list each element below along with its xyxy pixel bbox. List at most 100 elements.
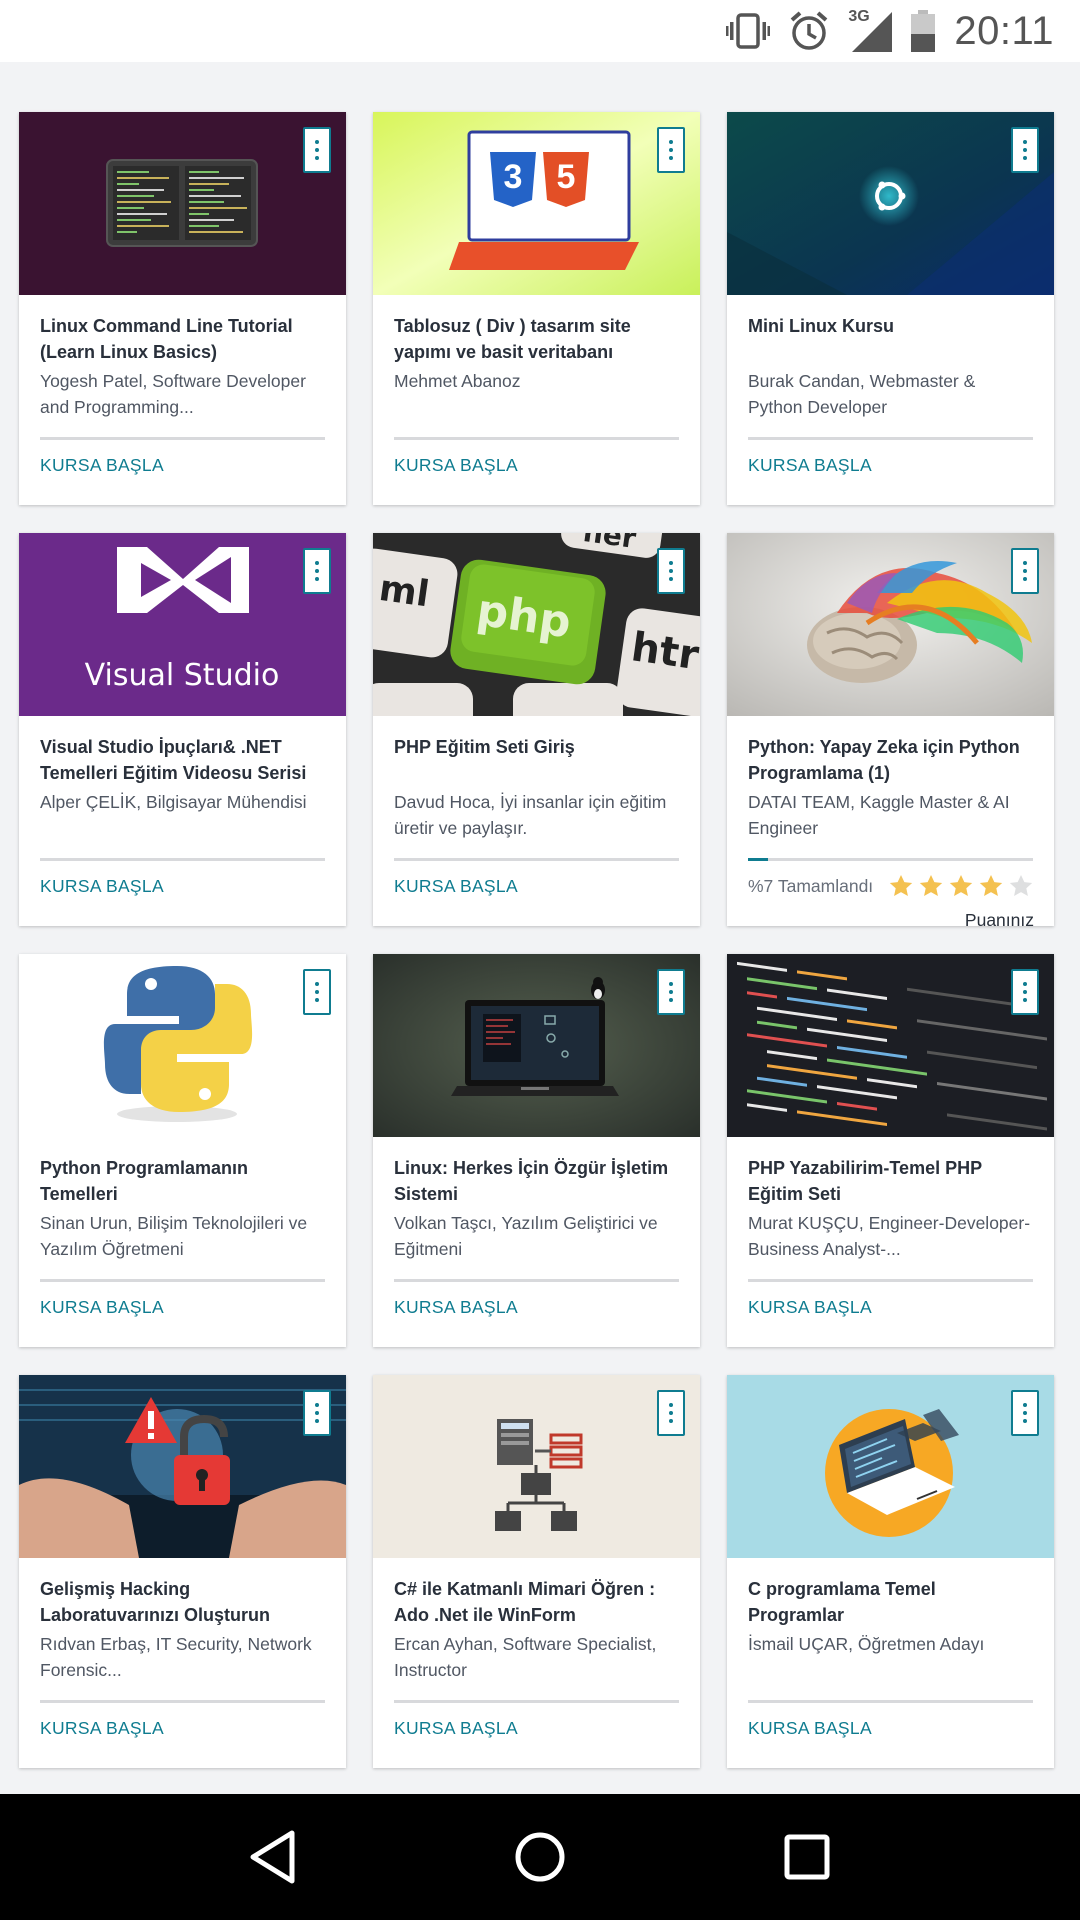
course-author: DATAI TEAM, Kaggle Master & AI Engineer xyxy=(748,792,1010,838)
course-title[interactable]: PHP Yazabilirim-Temel PHP Eğitim Seti xyxy=(748,1155,1034,1207)
course-thumbnail[interactable]: php ml htr ner xyxy=(373,533,700,716)
start-course-link[interactable]: KURSA BAŞLA xyxy=(40,1718,164,1739)
progress-bar xyxy=(748,858,1033,861)
course-card[interactable]: 3 5 Tablosuz ( Div ) tasarım site yapımı… xyxy=(373,112,700,505)
course-thumbnail[interactable] xyxy=(727,112,1054,295)
progress-bar-fill xyxy=(748,858,768,861)
course-menu-button[interactable] xyxy=(1011,1390,1039,1436)
course-author: İsmail UÇAR, Öğretmen Adayı xyxy=(748,1634,985,1654)
course-title[interactable]: Linux Command Line Tutorial (Learn Linux… xyxy=(40,313,326,365)
course-menu-button[interactable] xyxy=(303,969,331,1015)
divider xyxy=(748,1279,1033,1282)
divider xyxy=(748,437,1033,440)
course-title[interactable]: C# ile Katmanlı Mimari Öğren : Ado .Net … xyxy=(394,1576,680,1628)
start-course-link[interactable]: KURSA BAŞLA xyxy=(40,876,164,897)
course-card[interactable]: Linux: Herkes İçin Özgür İşletim Sistemi… xyxy=(373,954,700,1347)
start-course-link[interactable]: KURSA BAŞLA xyxy=(748,455,872,476)
course-thumbnail[interactable] xyxy=(19,954,346,1137)
course-thumbnail[interactable]: 3 5 xyxy=(373,112,700,295)
course-thumbnail[interactable] xyxy=(373,954,700,1137)
star-icon[interactable] xyxy=(888,873,914,899)
status-bar: 3G 20:11 xyxy=(0,0,1080,62)
course-title[interactable]: Linux: Herkes İçin Özgür İşletim Sistemi xyxy=(394,1155,680,1207)
start-course-link[interactable]: KURSA BAŞLA xyxy=(394,455,518,476)
svg-text:5: 5 xyxy=(557,158,576,196)
course-card[interactable]: Gelişmiş Hacking Laboratuvarınızı Oluştu… xyxy=(19,1375,346,1768)
course-author: Mehmet Abanoz xyxy=(394,371,521,391)
course-thumbnail[interactable] xyxy=(19,1375,346,1558)
course-title[interactable]: Gelişmiş Hacking Laboratuvarınızı Oluştu… xyxy=(40,1576,326,1628)
course-menu-button[interactable] xyxy=(657,1390,685,1436)
course-title[interactable]: Python: Yapay Zeka için Python Programla… xyxy=(748,734,1034,786)
course-menu-button[interactable] xyxy=(303,548,331,594)
start-course-link[interactable]: KURSA BAŞLA xyxy=(748,1718,872,1739)
course-thumbnail[interactable] xyxy=(19,112,346,295)
course-thumbnail[interactable] xyxy=(727,954,1054,1137)
divider xyxy=(394,437,679,440)
course-card[interactable]: PHP Yazabilirim-Temel PHP Eğitim Seti Mu… xyxy=(727,954,1054,1347)
course-card[interactable]: Python Programlamanın Temelleri Sinan Ur… xyxy=(19,954,346,1347)
divider xyxy=(40,1700,325,1703)
course-thumbnail[interactable]: Visual Studio xyxy=(19,533,346,716)
course-author: Rıdvan Erbaş, IT Security, Network Foren… xyxy=(40,1634,312,1680)
course-thumbnail[interactable] xyxy=(727,533,1054,716)
course-title[interactable]: Python Programlamanın Temelleri xyxy=(40,1155,326,1207)
course-grid: Linux Command Line Tutorial (Learn Linux… xyxy=(19,112,1055,1768)
start-course-link[interactable]: KURSA BAŞLA xyxy=(40,1297,164,1318)
vibrate-icon xyxy=(726,11,771,51)
course-card[interactable]: Python: Yapay Zeka için Python Programla… xyxy=(727,533,1054,930)
course-card[interactable]: Visual Studio Visual Studio İpuçları& .N… xyxy=(19,533,346,926)
svg-text:ml: ml xyxy=(377,568,432,616)
course-title[interactable]: PHP Eğitim Seti Giriş xyxy=(394,734,680,786)
start-course-link[interactable]: KURSA BAŞLA xyxy=(748,1297,872,1318)
course-card[interactable]: php ml htr ner PHP Eğitim Seti Giriş Dav… xyxy=(373,533,700,926)
home-icon[interactable] xyxy=(505,1822,575,1892)
course-author: Burak Candan, Webmaster & Python Develop… xyxy=(748,371,976,417)
course-thumbnail[interactable] xyxy=(373,1375,700,1558)
star-icon[interactable] xyxy=(918,873,944,899)
course-menu-button[interactable] xyxy=(303,1390,331,1436)
course-menu-button[interactable] xyxy=(1011,127,1039,173)
course-menu-button[interactable] xyxy=(303,127,331,173)
clock: 20:11 xyxy=(954,8,1054,53)
rating-stars[interactable] xyxy=(888,873,1034,899)
start-course-link[interactable]: KURSA BAŞLA xyxy=(394,1718,518,1739)
course-menu-button[interactable] xyxy=(657,969,685,1015)
battery-icon xyxy=(910,10,936,52)
course-menu-button[interactable] xyxy=(657,548,685,594)
star-icon[interactable] xyxy=(978,873,1004,899)
divider xyxy=(394,1279,679,1282)
course-title[interactable]: Tablosuz ( Div ) tasarım site yapımı ve … xyxy=(394,313,680,365)
course-thumbnail[interactable] xyxy=(727,1375,1054,1558)
visual-studio-logo-text: Visual Studio xyxy=(85,658,280,693)
star-icon[interactable] xyxy=(1008,873,1034,899)
start-course-link[interactable]: KURSA BAŞLA xyxy=(394,1297,518,1318)
course-title[interactable]: C programlama Temel Programlar xyxy=(748,1576,1034,1628)
course-title[interactable]: Mini Linux Kursu xyxy=(748,313,1034,365)
navigation-bar xyxy=(0,1794,1080,1920)
course-menu-button[interactable] xyxy=(657,127,685,173)
course-card[interactable]: C# ile Katmanlı Mimari Öğren : Ado .Net … xyxy=(373,1375,700,1768)
divider xyxy=(748,1700,1033,1703)
course-author: Murat KUŞÇU, Engineer-Developer-Business… xyxy=(748,1213,1031,1259)
course-menu-button[interactable] xyxy=(1011,969,1039,1015)
course-card[interactable]: Mini Linux Kursu Burak Candan, Webmaster… xyxy=(727,112,1054,505)
divider xyxy=(40,858,325,861)
star-icon[interactable] xyxy=(948,873,974,899)
recents-icon[interactable] xyxy=(772,1822,842,1892)
course-title[interactable]: Visual Studio İpuçları& .NET Temelleri E… xyxy=(40,734,326,786)
divider xyxy=(40,1279,325,1282)
course-author: Sinan Urun, Bilişim Teknolojileri ve Yaz… xyxy=(40,1213,308,1259)
course-menu-button[interactable] xyxy=(1011,548,1039,594)
course-author: Alper ÇELİK, Bilgisayar Mühendisi xyxy=(40,792,307,812)
course-author: Davud Hoca, İyi insanlar için eğitim üre… xyxy=(394,792,667,838)
alarm-icon xyxy=(788,10,830,52)
course-card[interactable]: Linux Command Line Tutorial (Learn Linux… xyxy=(19,112,346,505)
back-icon[interactable] xyxy=(238,1822,308,1892)
course-card[interactable]: C programlama Temel Programlar İsmail UÇ… xyxy=(727,1375,1054,1768)
svg-text:htr: htr xyxy=(628,624,700,679)
divider xyxy=(394,858,679,861)
start-course-link[interactable]: KURSA BAŞLA xyxy=(394,876,518,897)
rating-label[interactable]: Puanınız xyxy=(965,910,1034,931)
start-course-link[interactable]: KURSA BAŞLA xyxy=(40,455,164,476)
